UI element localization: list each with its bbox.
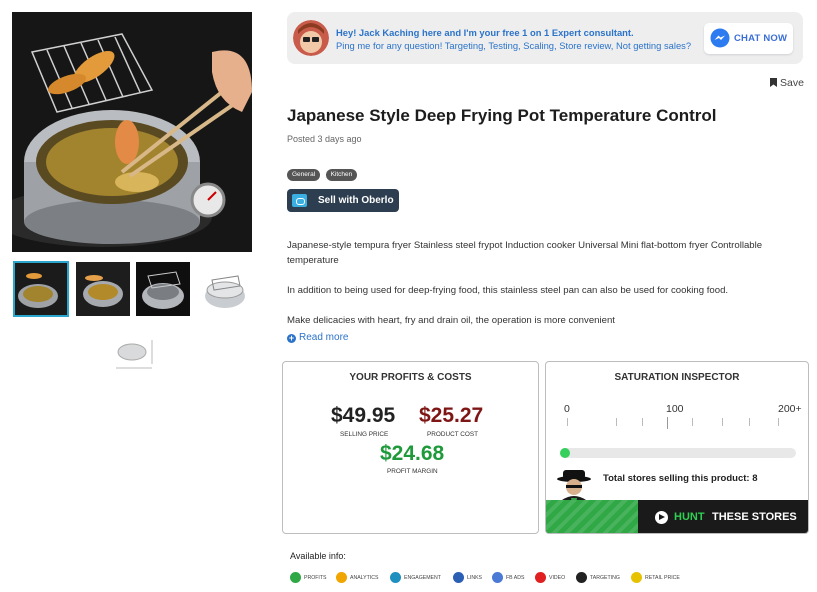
chat-now-label: CHAT NOW <box>734 33 788 44</box>
info-item-label: TARGETING <box>590 575 620 581</box>
hunt-these-stores-button[interactable]: HUNT THESE STORES <box>546 500 808 533</box>
description-paragraph: Make delicacies with heart, fry and drai… <box>287 315 615 325</box>
fb-ads-icon <box>492 572 503 583</box>
hunt-label: HUNT <box>674 511 705 523</box>
scale-tick <box>749 418 750 426</box>
profits-costs-panel: YOUR PROFITS & COSTS $49.95 SELLING PRIC… <box>282 361 539 534</box>
info-item-label: FB ADS <box>506 575 525 581</box>
consultant-subtext: Ping me for any question! Targeting, Tes… <box>336 40 692 51</box>
tag-kitchen[interactable]: Kitchen <box>325 169 358 181</box>
oberlo-label: Sell with Oberlo <box>318 195 394 206</box>
description-paragraph: Japanese-style tempura fryer Stainless s… <box>287 240 763 266</box>
read-more-link[interactable]: + Read more <box>287 332 348 343</box>
stores-count-text: Total stores selling this product: 8 <box>603 473 758 484</box>
sell-with-oberlo-button[interactable]: Sell with Oberlo <box>287 189 399 212</box>
retail-price-icon <box>631 572 642 583</box>
consultant-intro: Hey! Jack Kaching here and I'm your free… <box>336 27 634 38</box>
save-label: Save <box>780 77 804 89</box>
scale-label-min: 0 <box>564 403 570 415</box>
product-title: Japanese Style Deep Frying Pot Temperatu… <box>287 106 717 125</box>
selling-price-label: SELLING PRICE <box>340 431 389 438</box>
thumbnail-image <box>116 340 153 369</box>
thumbnail-image <box>136 262 190 316</box>
profits-icon <box>290 572 301 583</box>
thumbnail-2[interactable] <box>76 262 130 316</box>
video-icon <box>535 572 546 583</box>
save-button[interactable]: Save <box>770 77 804 89</box>
scale-tick <box>642 418 643 426</box>
info-item-label: PROFITS <box>304 575 327 581</box>
description-paragraph: In addition to being used for deep-fryin… <box>287 285 729 296</box>
bookmark-icon <box>770 78 777 87</box>
messenger-icon <box>710 28 730 48</box>
tag-general[interactable]: General <box>287 169 321 181</box>
product-description: Japanese-style tempura fryer Stainless s… <box>287 238 797 325</box>
thumbnail-4[interactable] <box>198 262 252 316</box>
saturation-title: SATURATION INSPECTOR <box>614 372 740 383</box>
thumbnail-1[interactable] <box>13 261 69 317</box>
arrow-right-circle-icon <box>655 511 668 524</box>
thumbnail-image <box>76 262 130 316</box>
profits-title: YOUR PROFITS & COSTS <box>349 372 472 383</box>
info-item-label: VIDEO <box>549 575 566 581</box>
profit-margin: $24.68 <box>380 442 445 465</box>
thumbnail-3[interactable] <box>136 262 190 316</box>
scale-tick <box>616 418 617 426</box>
saturation-bar-fill <box>560 448 570 458</box>
thumbnail-image <box>14 262 68 316</box>
consultant-avatar[interactable] <box>293 20 329 56</box>
thumbnail-5[interactable] <box>108 324 162 378</box>
main-product-image[interactable] <box>12 12 252 252</box>
selling-price: $49.95 <box>331 404 396 427</box>
these-stores-label: THESE STORES <box>712 511 797 523</box>
hunt-banner-art <box>546 500 638 533</box>
scale-tick <box>778 418 779 426</box>
oberlo-icon <box>292 194 307 207</box>
targeting-icon <box>576 572 587 583</box>
profit-margin-label: PROFIT MARGIN <box>387 468 438 475</box>
thumbnail-image <box>205 275 245 308</box>
saturation-inspector-panel: SATURATION INSPECTOR 0 100 200+ Total st… <box>545 361 809 534</box>
product-cost: $25.27 <box>419 404 484 427</box>
info-item-label: LINKS <box>467 575 482 581</box>
info-item-label: ENGAGEMENT <box>404 575 441 581</box>
engagement-icon <box>390 572 401 583</box>
info-item-label: ANALYTICS <box>350 575 379 581</box>
tag-list: General Kitchen <box>287 163 358 181</box>
scale-label-max: 200+ <box>778 403 802 415</box>
scale-tick <box>722 418 723 426</box>
read-more-label: Read more <box>299 332 349 343</box>
scale-tick <box>667 417 668 429</box>
avatar-image <box>293 20 329 56</box>
saturation-bar <box>560 448 796 458</box>
available-info-title: Available info: <box>290 551 346 561</box>
analytics-icon <box>336 572 347 583</box>
product-cost-label: PRODUCT COST <box>427 431 479 438</box>
scale-tick <box>567 418 568 426</box>
info-item-label: RETAIL PRICE <box>645 575 680 581</box>
links-icon <box>453 572 464 583</box>
frying-pot-photo <box>12 12 252 252</box>
chat-now-button[interactable]: CHAT NOW <box>704 23 793 54</box>
posted-date: Posted 3 days ago <box>287 134 362 144</box>
scale-label-mid: 100 <box>666 403 684 415</box>
scale-tick <box>692 418 693 426</box>
plus-circle-icon: + <box>287 333 296 343</box>
